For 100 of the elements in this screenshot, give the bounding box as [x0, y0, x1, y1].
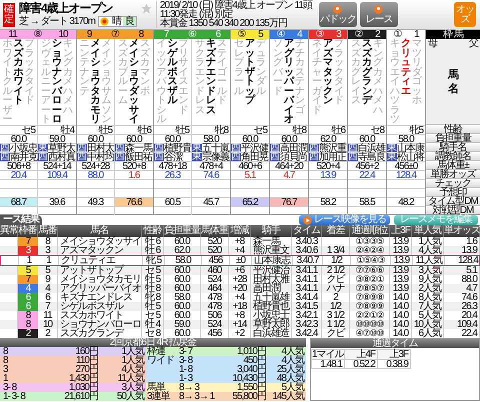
frame-horse-header: 枠 馬 — [426, 30, 480, 39]
region-tag: 西 — [0, 153, 10, 161]
dam-name: ホワイトクルーザー — [2, 39, 12, 124]
horse-name: スズカホワイト — [14, 39, 24, 106]
frame-number-cell: 7 — [18, 275, 38, 284]
horse-number: 11 — [8, 30, 17, 39]
trainer-name: 角田晃 — [241, 152, 268, 162]
dam-name: ソングバード — [273, 39, 283, 96]
trainer-name: 谷潔 — [164, 152, 182, 162]
frame-number: ① — [393, 30, 402, 39]
weather-text: 晴 — [110, 17, 122, 26]
race-title: 障害4歳上オープン — [19, 2, 114, 15]
weight-cell: 60.0 — [0, 134, 37, 143]
dam-name: ネイチャーガイド — [312, 39, 322, 115]
combination-text: 1- 3 — [178, 374, 194, 383]
horse-name: ショウナンバローロ — [52, 39, 62, 124]
odds-cell: 109.4 — [38, 170, 76, 179]
table-cell: 山本康志 — [252, 256, 293, 265]
header-button[interactable]: レース — [360, 2, 398, 27]
combination-text: 1- 8 — [178, 365, 194, 374]
payout-amount: 3,040円 — [236, 365, 266, 374]
dam-name: サクラエンドレス — [195, 39, 205, 115]
horse-name: スズカグランデ — [362, 39, 372, 106]
odds-cell: 1.6 — [115, 170, 153, 179]
frame-number-cell: 8 — [18, 311, 38, 320]
sex-age-cell: 牡8 — [270, 125, 308, 134]
horse-name: クリュティエ — [401, 39, 411, 96]
horse-name: シゲルボスザル — [168, 39, 178, 106]
frame-number: ③ — [315, 30, 324, 39]
table-cell: 1 — [39, 256, 59, 265]
weight-cell: 60.0 — [115, 134, 153, 143]
sex-age-cell: セ5 — [231, 125, 269, 134]
bet-type-label: ワイド — [146, 356, 175, 365]
frame-number-cell: 5 — [18, 266, 38, 275]
combination-text: 3- 8 — [2, 383, 17, 392]
sire-name: スズカマンボ — [140, 39, 150, 96]
odds-cell: 4.7 — [270, 170, 308, 179]
region-tag: 東 — [38, 144, 48, 152]
dam-name: スズカグレイス — [351, 39, 361, 106]
sire-name: マツリダゴッホ — [412, 39, 422, 106]
row-label: 性齢 — [426, 124, 480, 133]
popularity-text: 145人気 — [271, 392, 306, 401]
body-weight-cell: 464+20 — [270, 161, 308, 170]
trainer-name: 加用正 — [319, 152, 346, 162]
time-index-cell: 76.7 — [270, 197, 308, 206]
payout-amount: 21,610円 — [63, 392, 98, 401]
memo-button[interactable]: レースメモを編集 — [394, 215, 478, 225]
jockey-name: 平沢健 — [241, 144, 268, 152]
bet-type-label: 枠連 — [147, 347, 166, 356]
dot-icon — [333, 4, 342, 14]
time-value: 1.48.1 — [312, 359, 344, 368]
horse-number: 5 — [258, 30, 263, 39]
table-cell: 11人気 — [413, 256, 445, 265]
weight-cell: 62.0 — [309, 134, 347, 143]
frame-number-cell: 8 — [18, 320, 38, 329]
odds-cell: 128.4 — [387, 170, 425, 179]
horse-number: 9 — [86, 30, 92, 39]
sire-name: ブリサイスエンド — [178, 39, 188, 115]
row-label: 調教師名 — [426, 151, 480, 160]
row-label: タイム型DM — [426, 196, 480, 205]
popularity-text: 50人気 — [116, 392, 146, 401]
region-tag: 西 — [270, 153, 280, 161]
time-index-cell: 65.2 — [231, 197, 269, 206]
jockey-name: 田村太 — [87, 144, 114, 152]
table-cell: ①⑤④③ — [351, 256, 391, 265]
time-index-cell: 39.6 — [38, 197, 76, 206]
popularity-text: 1人気 — [121, 347, 145, 356]
time-index-cell: 58.2 — [309, 197, 347, 206]
frame-number-cell: 3 — [18, 246, 38, 255]
trainer-name: 松山将 — [397, 152, 424, 162]
weight-cell: 60.0 — [270, 134, 308, 143]
weight-cell: 60.0 — [231, 134, 269, 143]
combination-text: 8 — [2, 356, 10, 365]
bet-type-label: 3連単 — [146, 392, 171, 401]
weight-cell: 60.0 — [154, 134, 191, 143]
sire-name: キングカメハメハ — [63, 39, 73, 115]
dam-name: ニンテナンテ — [80, 39, 90, 96]
row-label: 対戦型DM — [426, 205, 480, 214]
time-index-cell: 60.5 — [154, 197, 191, 206]
frame-number: ⑧ — [34, 30, 42, 39]
frame-number: ② — [354, 30, 362, 39]
body-weight-cell: 456±0 — [387, 161, 425, 170]
odds-button[interactable]: オッズ — [454, 2, 476, 27]
sex-age-cell: 牡5 — [77, 125, 114, 134]
combination-text: 3- 7 — [179, 347, 194, 356]
time-index-cell: 48.2 — [387, 197, 425, 206]
table-cell: ±0 — [230, 256, 252, 265]
frame-number: ⑤ — [237, 30, 246, 39]
weight-cell: 59.0 — [38, 134, 76, 143]
horse-number: 2 — [375, 30, 380, 39]
horse-name: アットザトップ — [245, 39, 255, 106]
combination-text: 3 — [2, 365, 10, 374]
video-button[interactable]: レース映像を見る — [299, 215, 390, 225]
name-label: 馬名 — [448, 68, 458, 96]
trainer-name: 宗像義 — [202, 152, 229, 162]
horse-number: 10 — [58, 30, 68, 39]
popularity-text: 4人気 — [281, 356, 306, 365]
header-button[interactable]: パドック — [318, 2, 357, 27]
body-weight-cell: 506+8 — [0, 161, 37, 170]
dam-name: イッツアバウトシル — [156, 39, 166, 124]
